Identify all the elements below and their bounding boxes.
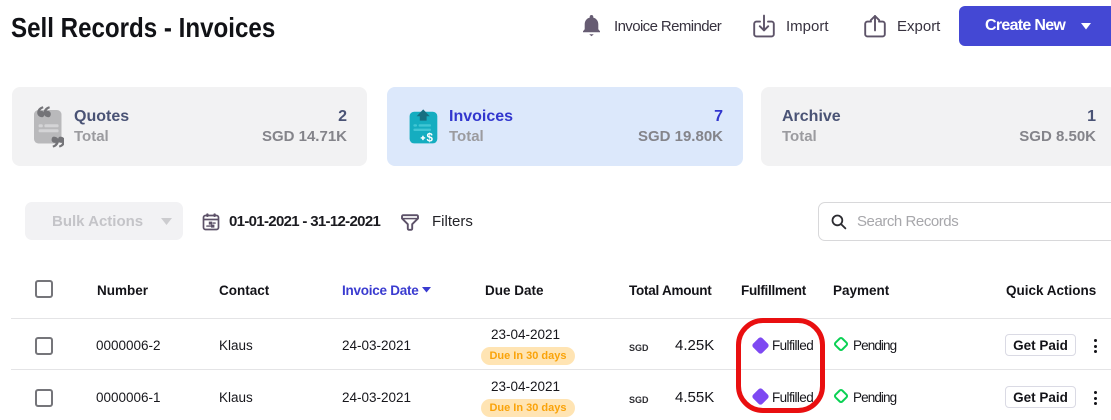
svg-text:$: $	[427, 132, 434, 144]
